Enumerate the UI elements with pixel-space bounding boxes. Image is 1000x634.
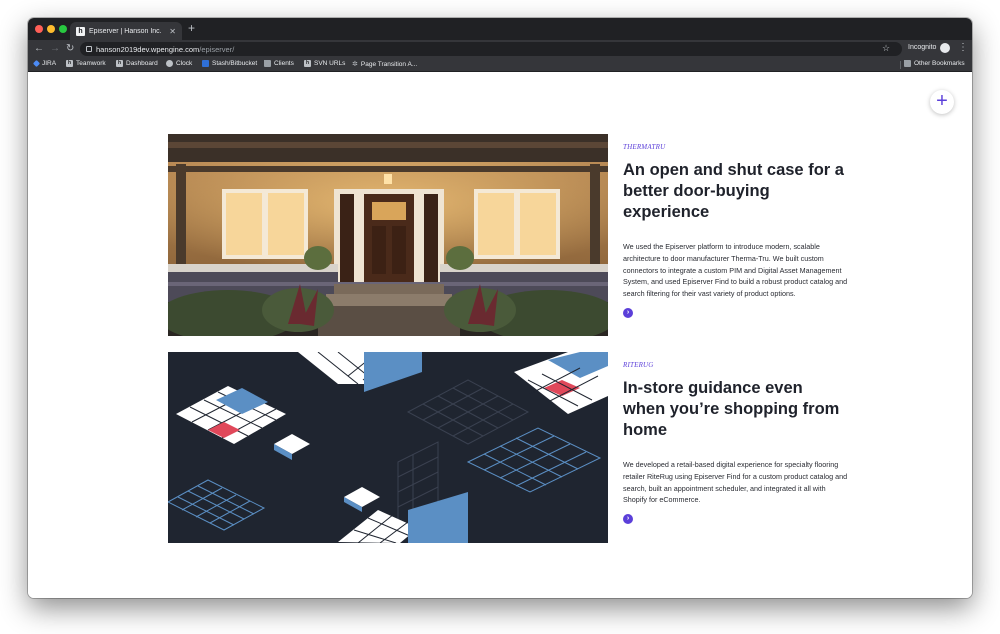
browser-window: h Episerver | Hanson Inc. ✕ + ← → ↻ hans… <box>28 18 972 598</box>
browser-toolbar: ← → ↻ hanson2019dev.wpengine.com/episerv… <box>28 40 972 58</box>
close-icon[interactable]: ✕ <box>169 27 176 36</box>
folder-icon <box>264 60 271 67</box>
hanson-icon: h <box>66 60 73 67</box>
url-text: hanson2019dev.wpengine.com/episerver/ <box>96 44 235 54</box>
hanson-icon: h <box>116 60 123 67</box>
bookmark-dashboard[interactable]: h Dashboard <box>116 60 158 67</box>
jira-icon <box>32 59 41 68</box>
case-title: In-store guidance even when you’re shopp… <box>623 379 840 439</box>
address-bar[interactable]: hanson2019dev.wpengine.com/episerver/ <box>80 42 902 56</box>
hanson-favicon-icon: h <box>76 26 85 36</box>
chevron-right-icon[interactable]: › <box>623 307 633 318</box>
bookmark-stash-bitbucket[interactable]: Stash/Bitbucket <box>202 60 257 67</box>
bookmark-page-transition[interactable]: ✲ Page Transition A... <box>352 60 417 69</box>
kebab-menu-icon[interactable]: ⋮ <box>958 42 968 53</box>
maximize-window-button[interactable] <box>59 25 67 33</box>
chevron-right-icon[interactable]: › <box>623 514 633 525</box>
therma-tru-case-text: THERMATRU An open and shut case for a be… <box>623 143 848 318</box>
close-window-button[interactable] <box>35 25 43 33</box>
riterug-case-text: RITERUG In-store guidance even when you’… <box>623 361 848 525</box>
plus-menu-button[interactable]: + <box>930 90 954 114</box>
bookmark-svn-urls[interactable]: h SVN URLs <box>304 60 345 67</box>
case-body: We developed a retail-based digital expe… <box>623 460 848 505</box>
bitbucket-icon <box>202 60 209 67</box>
case-body: We used the Episerver platform to introd… <box>623 242 848 299</box>
lock-icon <box>86 46 92 52</box>
forward-arrow-icon[interactable]: → <box>50 42 60 56</box>
tab-title: Episerver | Hanson Inc. <box>89 27 162 35</box>
reload-icon[interactable]: ↻ <box>66 42 74 56</box>
gear-icon: ✲ <box>352 61 358 68</box>
therma-tru-case-image[interactable] <box>168 134 608 336</box>
incognito-label: Incognito <box>908 44 937 51</box>
bookmark-jira[interactable]: JIRA <box>32 59 56 68</box>
bookmark-star-icon[interactable]: ☆ <box>882 43 890 54</box>
back-arrow-icon[interactable]: ← <box>34 42 44 56</box>
riterug-case-image[interactable] <box>168 352 608 543</box>
folder-icon <box>904 60 911 67</box>
new-tab-button[interactable]: + <box>188 21 195 35</box>
tab-strip: h Episerver | Hanson Inc. ✕ + <box>28 18 972 40</box>
minimize-window-button[interactable] <box>47 25 55 33</box>
case-eyebrow[interactable]: RITERUG <box>623 361 848 369</box>
case-eyebrow[interactable]: THERMATRU <box>623 143 848 151</box>
page-content: + THERMATRU An open and shut case for a … <box>28 73 972 598</box>
tab-episerver[interactable]: h Episerver | Hanson Inc. ✕ <box>70 22 182 40</box>
bookmarks-divider <box>900 61 901 69</box>
hanson-icon: h <box>304 60 311 67</box>
bookmarks-bar: JIRA h Teamwork h Dashboard Clock Stash/… <box>28 58 972 72</box>
bookmark-teamwork[interactable]: h Teamwork <box>66 60 106 67</box>
bookmark-clock[interactable]: Clock <box>166 60 192 67</box>
isometric-tiles-illustration <box>168 352 608 543</box>
bookmark-clients[interactable]: Clients <box>264 60 294 67</box>
incognito-icon[interactable] <box>940 43 950 53</box>
clock-icon <box>166 60 173 67</box>
house-porch-illustration <box>168 134 608 336</box>
bookmark-other-bookmarks[interactable]: Other Bookmarks <box>904 60 965 67</box>
case-title: An open and shut case for a better door-… <box>623 161 844 221</box>
